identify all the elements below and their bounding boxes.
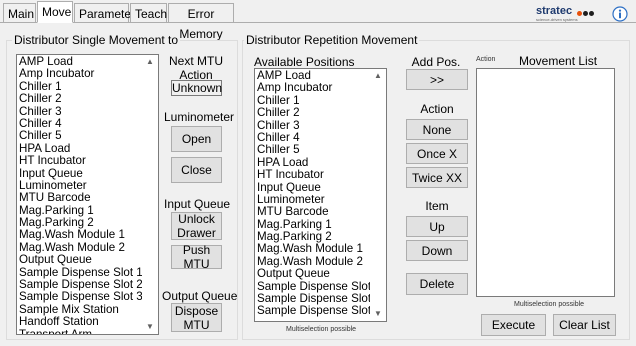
list-item[interactable]: Chiller 2 [257, 106, 381, 119]
scroll-down-icon[interactable]: ▼ [142, 320, 158, 334]
list-item[interactable]: HT Incubator [257, 168, 381, 181]
logo-wordmark: stratec [536, 5, 573, 17]
repetition-movement-title: Distributor Repetition Movement [244, 33, 420, 47]
clear-list-button[interactable]: Clear List [553, 314, 616, 336]
list-item[interactable]: Mag.Wash Module 1 [257, 243, 381, 256]
list-item[interactable]: Output Queue [19, 253, 143, 266]
list-item[interactable]: HT Incubator [19, 154, 143, 167]
list-item[interactable]: Sample Dispense Slot 3 [19, 291, 143, 304]
output-queue-label: Output Queue [162, 289, 238, 303]
once-button[interactable]: Once X [406, 143, 468, 164]
multiselection-note-movement: Multiselection possible [514, 301, 585, 308]
scroll-down-icon[interactable]: ▼ [370, 307, 386, 321]
scroll-up-icon[interactable]: ▲ [142, 55, 158, 69]
list-item[interactable]: Chiller 5 [257, 143, 381, 156]
scroll-up-icon[interactable]: ▲ [370, 69, 386, 83]
movement-list-action-header: Action [476, 56, 496, 63]
single-movement-listbox[interactable]: AMP Load Amp Incubator Chiller 1 Chiller 2C… [16, 54, 159, 335]
execute-button[interactable]: Execute [481, 314, 546, 336]
list-item[interactable]: Handoff Station [19, 315, 143, 328]
list-item[interactable]: Chiller 5 [19, 129, 143, 142]
logo-tagline: science-driven systems [536, 17, 578, 22]
list-item[interactable]: MTU Barcode [19, 191, 143, 204]
tab-error-memory[interactable]: Error Memory [168, 3, 234, 41]
down-button[interactable]: Down [406, 240, 468, 261]
info-icon[interactable] [612, 6, 628, 22]
available-positions-items: AMP Load Amp Incubator Chiller 1 Chiller 2C… [257, 69, 381, 318]
list-item[interactable]: Amp Incubator [19, 67, 143, 80]
dispose-mtu-button[interactable]: Dispose MTU [171, 303, 222, 332]
list-item[interactable]: Transport Arm [19, 328, 143, 334]
list-item[interactable]: MTU Barcode [257, 205, 381, 218]
close-button[interactable]: Close [171, 157, 222, 183]
none-button[interactable]: None [406, 119, 468, 140]
tab-teach[interactable]: Teach [130, 3, 167, 23]
multiselection-note-available: Multiselection possible [286, 326, 357, 333]
tab-main[interactable]: Main [3, 3, 36, 23]
next-mtu-action-label: Next MTU Action [169, 54, 223, 82]
tab-parameter[interactable]: Parameter [74, 3, 135, 23]
twice-button[interactable]: Twice XX [406, 167, 468, 188]
list-item[interactable]: Sample Dispense Slot 3 [257, 305, 381, 318]
single-movement-title: Distributor Single Movement to [12, 33, 181, 47]
tab-move[interactable]: Move [37, 1, 73, 23]
list-item[interactable]: Output Queue [257, 267, 381, 280]
add-pos-label: Add Pos. [411, 55, 461, 69]
input-queue-label: Input Queue [164, 197, 231, 211]
unlock-drawer-button[interactable]: Unlock Drawer [171, 212, 222, 240]
action-label: Action [420, 102, 454, 116]
movement-listbox[interactable] [476, 68, 615, 297]
open-button[interactable]: Open [171, 126, 222, 152]
single-movement-items: AMP Load Amp Incubator Chiller 1 Chiller 2C… [19, 55, 143, 334]
available-positions-listbox[interactable]: AMP Load Amp Incubator Chiller 1 Chiller 2C… [254, 68, 387, 322]
item-label: Item [425, 199, 449, 213]
available-positions-label: Available Positions [254, 55, 355, 69]
list-item[interactable]: Chiller 2 [19, 92, 143, 105]
next-mtu-action-value: Unknown [171, 80, 223, 96]
add-position-button[interactable]: >> [406, 69, 468, 90]
luminometer-label: Luminometer [164, 110, 235, 124]
movement-list-label: Movement List [519, 54, 598, 68]
available-scrollbar[interactable]: ▲ ▼ [370, 69, 386, 321]
push-mtu-button[interactable]: Push MTU [171, 243, 222, 271]
listbox-scrollbar[interactable]: ▲ ▼ [142, 55, 158, 334]
up-button[interactable]: Up [406, 216, 468, 237]
list-item[interactable]: Amp Incubator [257, 81, 381, 94]
list-item[interactable]: Mag.Wash Module 1 [19, 229, 143, 242]
delete-button[interactable]: Delete [406, 273, 468, 295]
